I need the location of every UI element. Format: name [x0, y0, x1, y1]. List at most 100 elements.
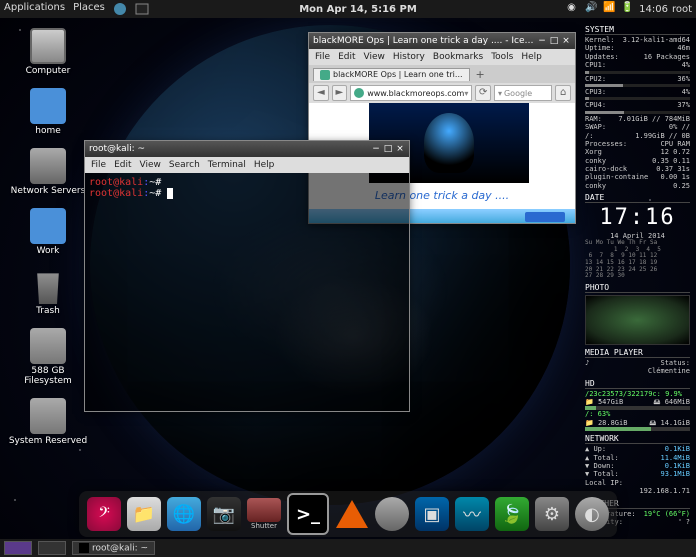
- panel-clock[interactable]: Mon Apr 14, 5:16 PM: [149, 4, 567, 15]
- menu-help[interactable]: Help: [521, 52, 542, 62]
- dock-leafpad-icon[interactable]: 🍃: [495, 497, 529, 531]
- conky-date-title: DATE: [585, 193, 690, 203]
- menu-places[interactable]: Places: [73, 2, 105, 16]
- menu-file[interactable]: File: [315, 52, 330, 62]
- menu-file[interactable]: File: [91, 160, 106, 170]
- terminal-line: root@kali:~#: [89, 177, 405, 188]
- desktop-icon-filesystem[interactable]: 588 GB Filesystem: [8, 328, 88, 386]
- menu-help[interactable]: Help: [254, 160, 275, 170]
- desktop-icon-work[interactable]: Work: [8, 208, 88, 256]
- maximize-button[interactable]: □: [549, 36, 559, 46]
- icon-label: Network Servers: [8, 186, 88, 196]
- dock-wireshark-icon[interactable]: 〰: [455, 497, 489, 531]
- battery-icon[interactable]: 🔋: [621, 2, 635, 16]
- menu-edit[interactable]: Edit: [338, 52, 355, 62]
- browser-navbar: ◄ ► www.blackmoreops.com ▾ ⟳ ▾ Google ⌂: [309, 83, 575, 103]
- dock-shutter-icon[interactable]: Shutter: [247, 498, 281, 530]
- desktop-icon-system-reserved[interactable]: System Reserved: [8, 398, 88, 446]
- dock-label: Shutter: [251, 522, 277, 530]
- favicon-icon: [320, 70, 330, 80]
- terminal-icon[interactable]: [135, 2, 149, 16]
- menu-bookmarks[interactable]: Bookmarks: [433, 52, 483, 62]
- terminal-window[interactable]: root@kali: ~ − □ × File Edit View Search…: [84, 140, 410, 412]
- top-panel: Applications Places Mon Apr 14, 5:16 PM …: [0, 0, 696, 18]
- reload-button[interactable]: ⟳: [475, 85, 491, 101]
- terminal-body[interactable]: root@kali:~# root@kali:~#: [85, 173, 409, 411]
- icon-label: 588 GB Filesystem: [8, 366, 88, 386]
- maximize-button[interactable]: □: [383, 144, 393, 154]
- url-text: www.blackmoreops.com: [367, 89, 464, 98]
- window-title: root@kali: ~: [89, 144, 369, 154]
- network-icon[interactable]: 📶: [603, 2, 617, 16]
- new-tab-button[interactable]: +: [472, 68, 489, 81]
- cairo-dock: 𝄢 📁 🌐 📷 Shutter >_ ▣ 〰 🍃 ⚙ ◐: [79, 491, 617, 537]
- url-input[interactable]: www.blackmoreops.com ▾: [350, 85, 472, 101]
- conky-calendar: Su Mo Tu We Th Fr Sa 1 2 3 4 5 6 7 8 9 1…: [585, 240, 690, 280]
- browser-titlebar[interactable]: blackMORE Ops | Learn one trick a day ..…: [309, 33, 575, 49]
- browser-menubar: File Edit View History Bookmarks Tools H…: [309, 49, 575, 65]
- icon-label: Computer: [8, 66, 88, 76]
- menu-terminal[interactable]: Terminal: [208, 160, 246, 170]
- close-button[interactable]: ×: [561, 36, 571, 46]
- dock-screenshot-icon[interactable]: 📷: [207, 497, 241, 531]
- google-icon: ▾: [498, 89, 502, 98]
- dock-files-icon[interactable]: 📁: [127, 497, 161, 531]
- minimize-button[interactable]: −: [371, 144, 381, 154]
- window-title: blackMORE Ops | Learn one trick a day ..…: [313, 36, 535, 46]
- dock-terminal-icon[interactable]: >_: [287, 493, 329, 535]
- icon-label: System Reserved: [8, 436, 88, 446]
- icon-label: home: [8, 126, 88, 136]
- browser-tabbar: blackMORE Ops | Learn one tri... +: [309, 65, 575, 83]
- desktop-icons: Computer home Network Servers Work Trash…: [8, 28, 88, 458]
- minimize-button[interactable]: −: [537, 36, 547, 46]
- dock-browser-icon[interactable]: 🌐: [167, 497, 201, 531]
- browser-tab[interactable]: blackMORE Ops | Learn one tri...: [313, 68, 470, 81]
- back-button[interactable]: ◄: [313, 85, 329, 101]
- dock-disk-icon[interactable]: [375, 497, 409, 531]
- conky-photo: [585, 295, 690, 345]
- conky-system-title: SYSTEM: [585, 25, 690, 35]
- menu-tools[interactable]: Tools: [491, 52, 513, 62]
- computer-icon: [30, 28, 66, 64]
- conky-hd-title: HD: [585, 379, 690, 389]
- folder-icon: [30, 88, 66, 124]
- desktop-icon-network-servers[interactable]: Network Servers: [8, 148, 88, 196]
- globe-icon: [354, 88, 364, 98]
- user-menu[interactable]: root: [672, 4, 692, 15]
- conky-photo-title: PHOTO: [585, 283, 690, 293]
- dock-settings-icon[interactable]: ⚙: [535, 497, 569, 531]
- desktop-icon-trash[interactable]: Trash: [8, 268, 88, 316]
- search-placeholder: Google: [504, 89, 532, 98]
- dock-applications-icon[interactable]: ◐: [575, 497, 609, 531]
- menu-history[interactable]: History: [393, 52, 425, 62]
- dock-virtualbox-icon[interactable]: ▣: [415, 497, 449, 531]
- workspace-2[interactable]: [38, 541, 66, 555]
- menu-applications[interactable]: Applications: [4, 2, 65, 16]
- dock-vlc-icon[interactable]: [335, 497, 369, 531]
- taskbar-terminal[interactable]: root@kali: ~: [72, 541, 155, 556]
- search-input[interactable]: ▾ Google: [494, 85, 552, 101]
- desktop-icon-computer[interactable]: Computer: [8, 28, 88, 76]
- terminal-icon: [79, 543, 89, 553]
- disk-icon: [30, 398, 66, 434]
- terminal-line: root@kali:~#: [89, 188, 405, 199]
- menu-view[interactable]: View: [364, 52, 385, 62]
- menu-view[interactable]: View: [140, 160, 161, 170]
- dock-debian-icon[interactable]: 𝄢: [87, 497, 121, 531]
- forward-button[interactable]: ►: [332, 85, 348, 101]
- desktop-icon-home[interactable]: home: [8, 88, 88, 136]
- home-button[interactable]: ⌂: [555, 85, 571, 101]
- menu-edit[interactable]: Edit: [114, 160, 131, 170]
- accessibility-icon[interactable]: ◉: [567, 2, 581, 16]
- tab-title: blackMORE Ops | Learn one tri...: [333, 70, 463, 79]
- conky-sidebar: SYSTEM Kernel:3.12-kali1-amd64 Uptime:46…: [585, 22, 690, 526]
- volume-icon[interactable]: 🔊: [585, 2, 599, 16]
- terminal-titlebar[interactable]: root@kali: ~ − □ ×: [85, 141, 409, 157]
- conky-clock: 17:16: [585, 205, 690, 230]
- music-note-icon: ♪: [585, 359, 589, 367]
- trash-icon: [30, 268, 66, 304]
- iceweasel-icon[interactable]: [113, 2, 127, 16]
- workspace-1[interactable]: [4, 541, 32, 555]
- menu-search[interactable]: Search: [169, 160, 200, 170]
- close-button[interactable]: ×: [395, 144, 405, 154]
